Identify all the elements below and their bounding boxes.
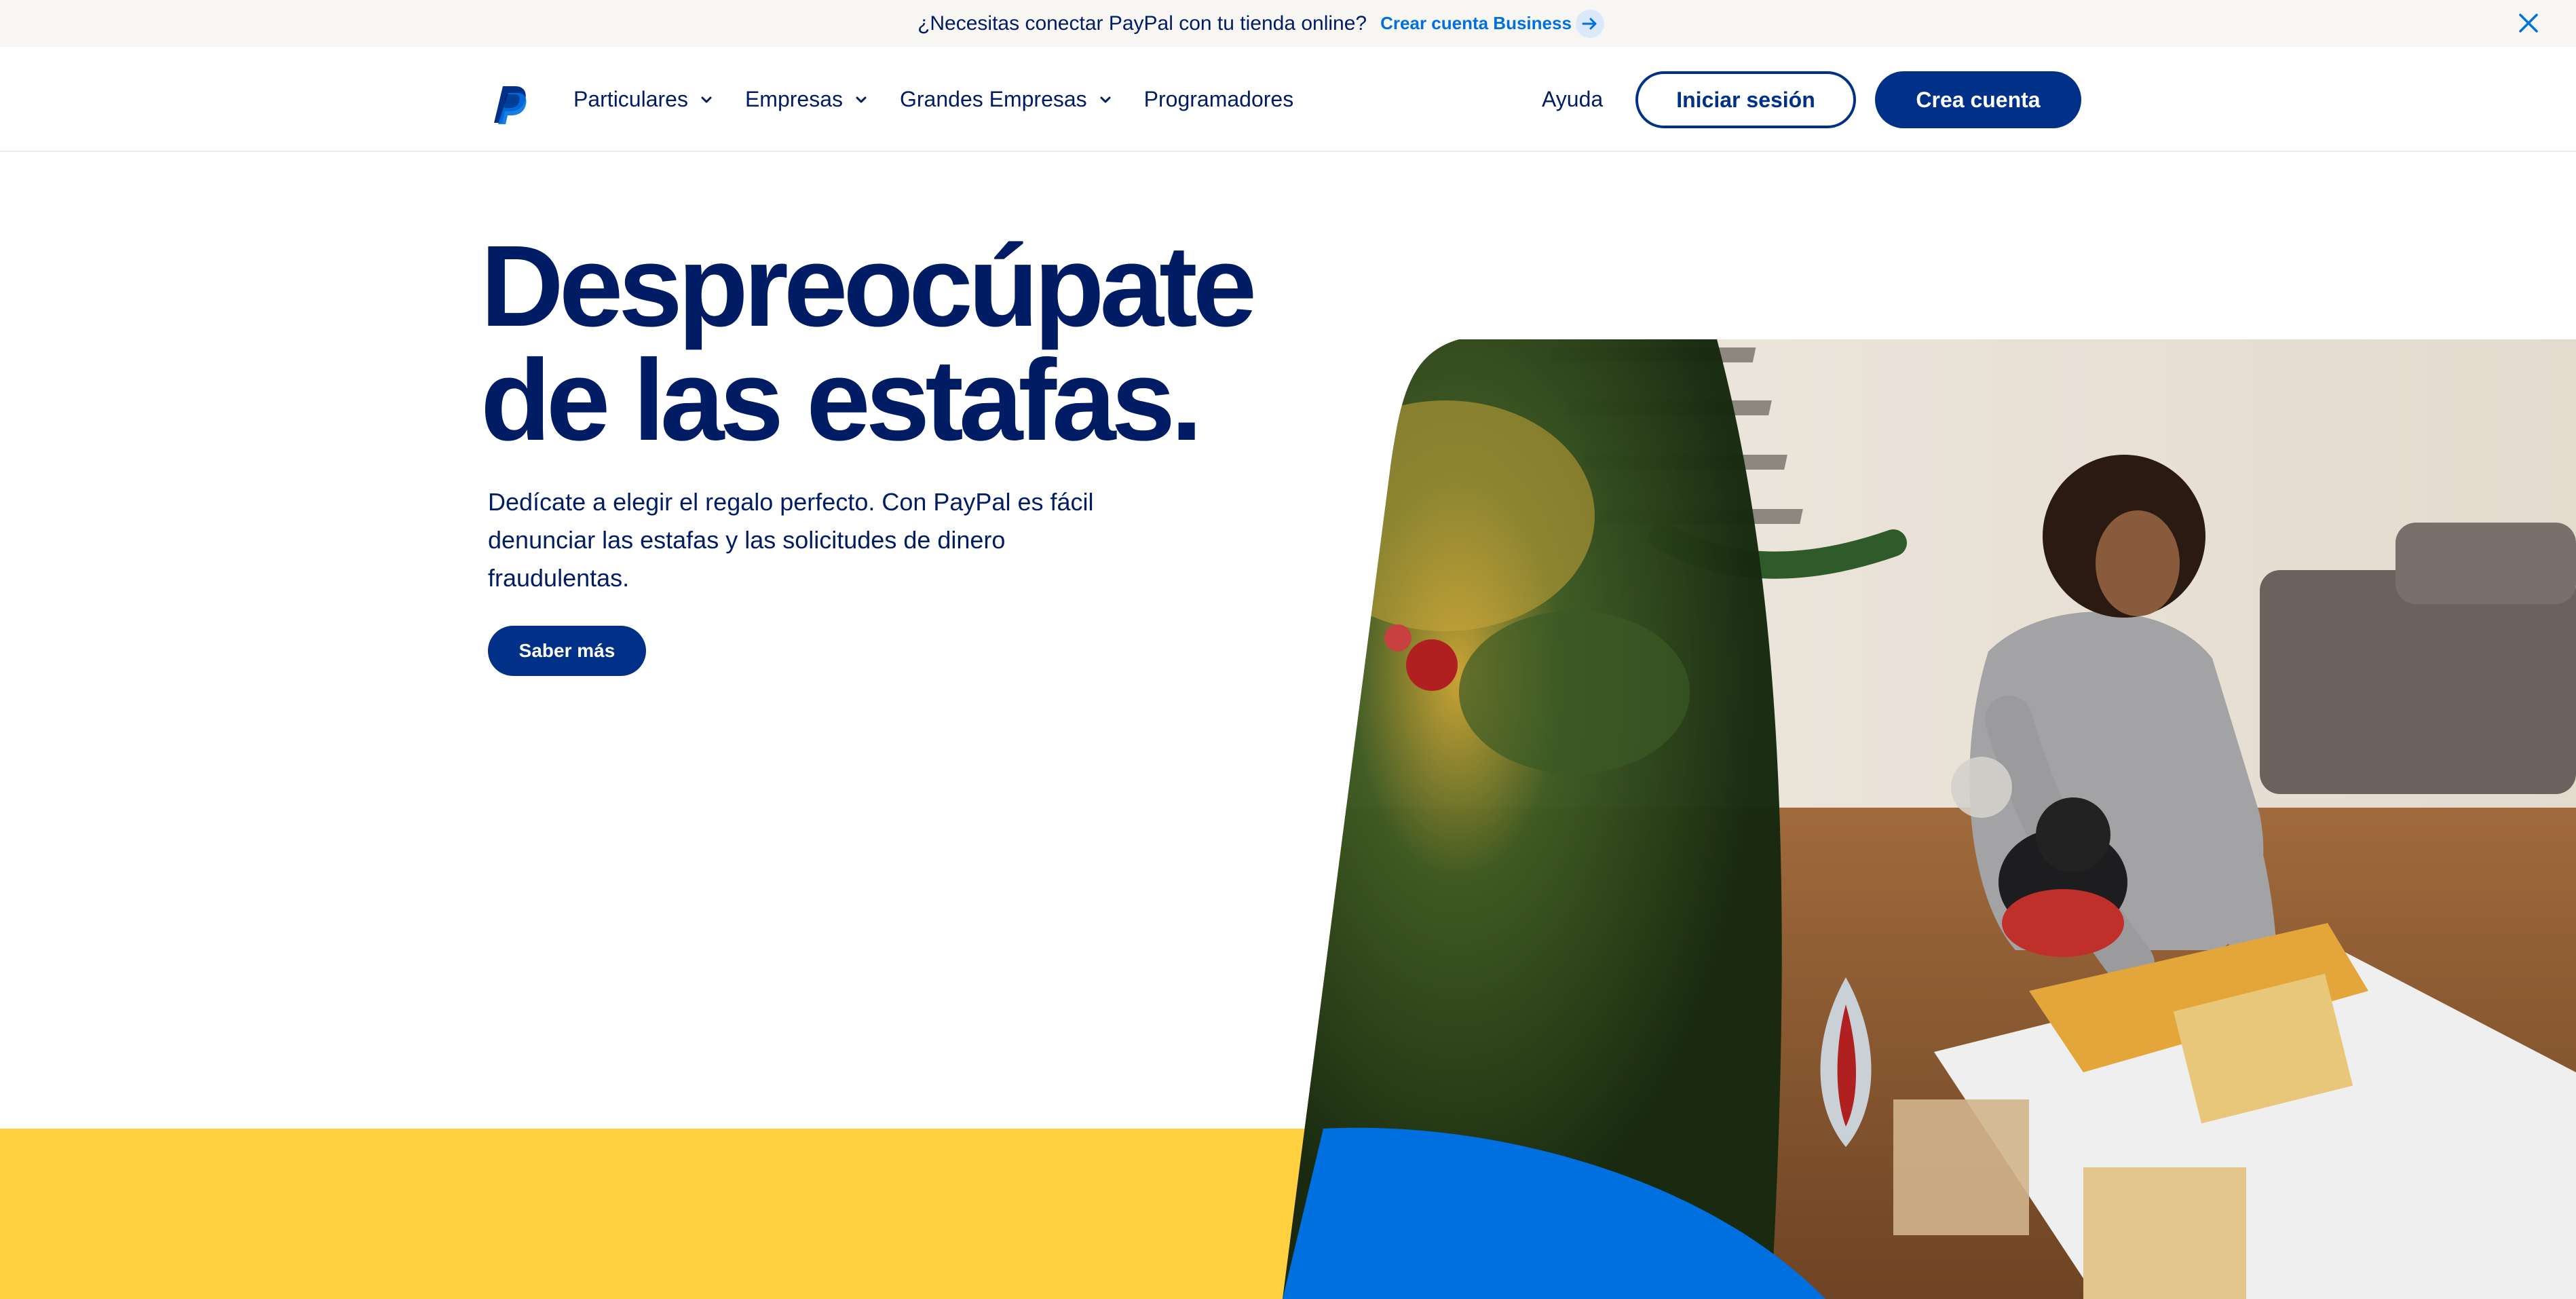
hero-title: Despreocúpate de las estafas.	[480, 229, 1363, 458]
learn-more-button[interactable]: Saber más	[488, 626, 646, 676]
banner-text: ¿Necesitas conectar PayPal con tu tienda…	[917, 12, 1367, 35]
close-icon[interactable]	[2509, 4, 2547, 42]
chevron-down-icon	[854, 92, 869, 107]
banner-content: ¿Necesitas conectar PayPal con tu tienda…	[917, 9, 1604, 38]
nav-item-label: Programadores	[1143, 87, 1294, 111]
help-link[interactable]: Ayuda	[1542, 47, 1603, 152]
nav-item-label: Particulares	[573, 87, 688, 111]
paypal-logo-icon[interactable]	[492, 83, 529, 126]
banner-link-label: Crear cuenta Business	[1380, 13, 1572, 33]
arrow-right-icon	[1575, 9, 1604, 38]
signup-button[interactable]: Crea cuenta	[1875, 71, 2081, 128]
login-button[interactable]: Iniciar sesión	[1635, 71, 1856, 128]
yellow-decorative-band	[0, 1129, 1323, 1299]
nav-item-label: Grandes Empresas	[900, 87, 1087, 111]
hero-photo-woman-wrapping-gifts	[1283, 339, 2576, 1299]
chevron-down-icon	[1098, 92, 1113, 107]
hero-title-line2: de las estafas.	[480, 336, 1202, 465]
announcement-banner: ¿Necesitas conectar PayPal con tu tienda…	[0, 0, 2576, 47]
nav-item-empresas[interactable]: Empresas	[745, 87, 869, 112]
hero-title-line1: Despreocúpate	[480, 222, 1257, 351]
main-nav: Particulares Empresas Grandes Empresas P…	[573, 47, 1293, 152]
nav-item-particulares[interactable]: Particulares	[573, 87, 714, 112]
chevron-down-icon	[699, 92, 714, 107]
site-header: Particulares Empresas Grandes Empresas P…	[0, 47, 2576, 152]
create-business-account-link[interactable]: Crear cuenta Business	[1380, 9, 1604, 38]
nav-item-programadores[interactable]: Programadores	[1144, 87, 1294, 112]
nav-item-label: Empresas	[744, 87, 843, 111]
nav-item-grandes-empresas[interactable]: Grandes Empresas	[900, 87, 1113, 112]
hero-description: Dedícate a elegir el regalo perfecto. Co…	[488, 488, 1094, 592]
